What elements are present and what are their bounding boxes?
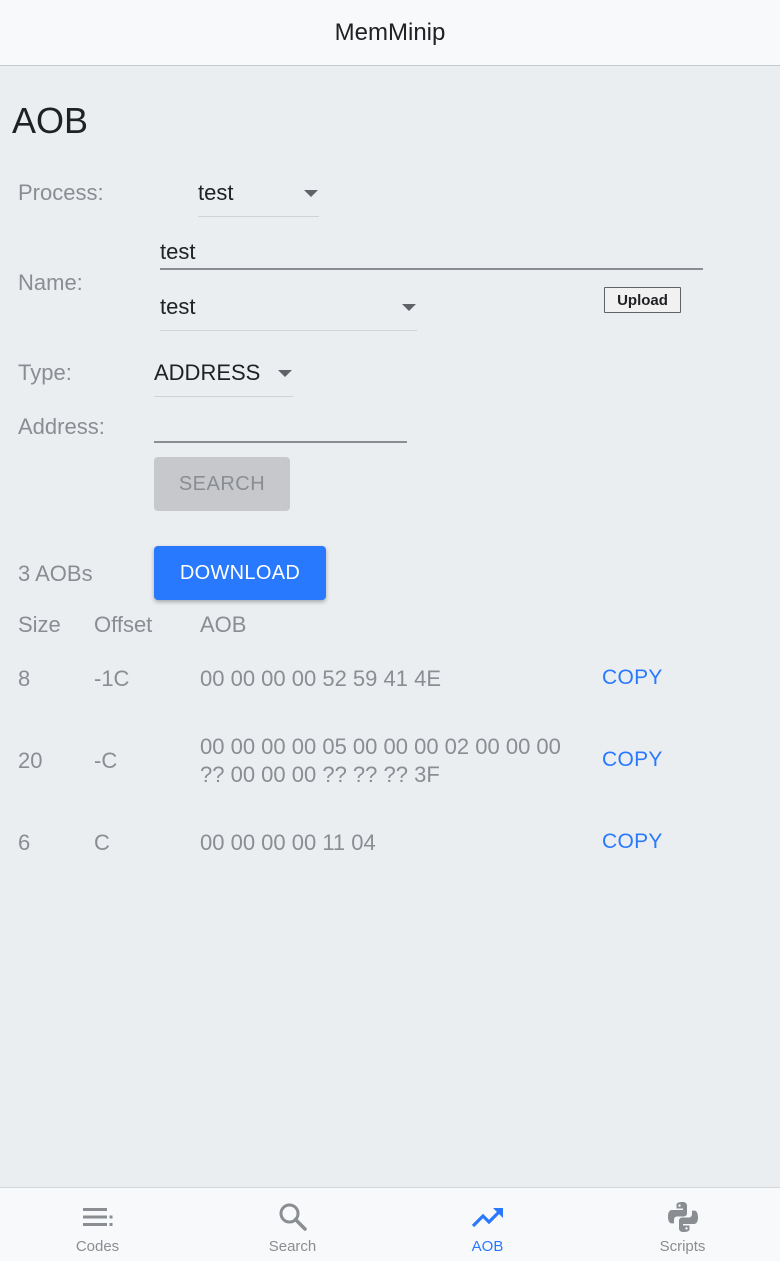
nav-label: Search <box>268 1238 317 1255</box>
row-aob: 00 00 00 00 11 04 <box>200 830 376 855</box>
chevron-down-icon <box>402 304 416 311</box>
copy-button[interactable]: COPY <box>602 748 663 772</box>
nav-label: Codes <box>75 1238 120 1255</box>
type-select[interactable]: ADDRESS <box>154 358 293 397</box>
address-label: Address: <box>18 414 105 439</box>
name-input-value: test <box>160 239 196 264</box>
row-offset: C <box>94 830 110 855</box>
aob-count: 3 AOBs <box>18 561 93 586</box>
row-size: 8 <box>18 666 31 691</box>
row-size: 6 <box>18 830 31 855</box>
app-bar: MemMinip <box>0 0 780 66</box>
column-header-size: Size <box>18 612 61 637</box>
type-label: Type: <box>18 360 72 385</box>
row-aob: 00 00 00 00 52 59 41 4E <box>200 666 441 691</box>
nav-item-search[interactable]: Search <box>195 1188 390 1261</box>
list-icon <box>82 1202 113 1232</box>
chevron-down-icon <box>278 370 292 377</box>
column-header-offset: Offset <box>94 612 153 637</box>
row-offset: -C <box>94 748 118 773</box>
column-header-aob: AOB <box>200 612 247 637</box>
copy-button[interactable]: COPY <box>602 666 663 690</box>
bottom-navigation: Codes Search AOB Scripts <box>0 1187 780 1261</box>
nav-item-aob[interactable]: AOB <box>390 1188 585 1261</box>
search-button[interactable]: SEARCH <box>154 457 290 511</box>
page-title: AOB <box>12 100 89 141</box>
nav-label: Scripts <box>659 1238 706 1255</box>
name-select[interactable]: test <box>160 292 417 331</box>
copy-button[interactable]: COPY <box>602 830 663 854</box>
search-icon <box>278 1202 308 1232</box>
row-aob: 00 00 00 00 05 00 00 00 02 00 00 00 ?? 0… <box>200 734 561 787</box>
name-label: Name: <box>18 270 83 295</box>
upload-button[interactable]: Upload <box>604 287 681 313</box>
python-icon <box>667 1202 699 1232</box>
process-select-value: test <box>198 180 234 205</box>
address-input[interactable] <box>154 410 407 443</box>
download-button[interactable]: DOWNLOAD <box>154 546 326 600</box>
nav-item-scripts[interactable]: Scripts <box>585 1188 780 1261</box>
process-select[interactable]: test <box>198 178 319 217</box>
chevron-down-icon <box>304 190 318 197</box>
trending-up-icon <box>471 1202 505 1232</box>
row-offset: -1C <box>94 666 130 691</box>
process-label: Process: <box>18 180 104 205</box>
row-size: 20 <box>18 748 43 773</box>
type-select-value: ADDRESS <box>154 360 261 385</box>
nav-label: AOB <box>471 1238 504 1255</box>
nav-item-codes[interactable]: Codes <box>0 1188 195 1261</box>
name-input[interactable]: test <box>160 237 703 270</box>
name-select-value: test <box>160 294 196 319</box>
app-title: MemMinip <box>334 18 446 46</box>
